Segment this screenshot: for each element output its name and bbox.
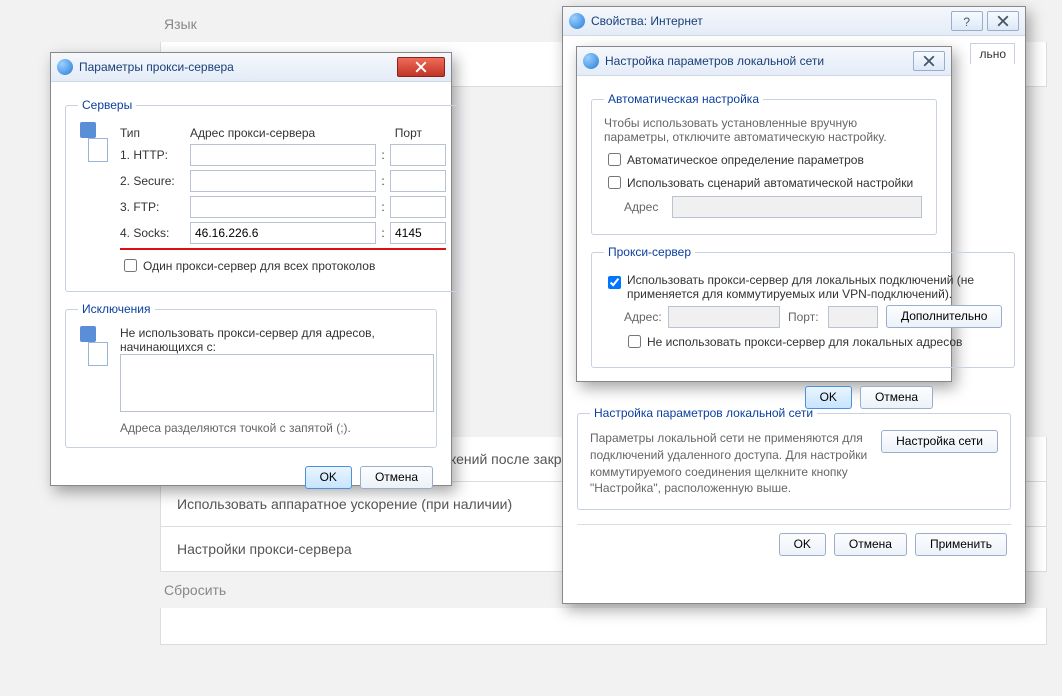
proxy-row: 4. Socks:: <box>120 222 446 244</box>
proxy-port-input[interactable] <box>390 222 446 244</box>
cancel-button[interactable]: Отмена <box>834 533 907 556</box>
servers-group: Серверы Тип Адрес прокси-сервера Порт 1.… <box>65 98 459 292</box>
globe-icon <box>57 59 73 75</box>
close-button[interactable] <box>987 11 1019 31</box>
col-port: Порт <box>372 126 422 140</box>
auto-detect-label: Автоматическое определение параметров <box>627 153 864 167</box>
dialog-title: Настройка параметров локальной сети <box>605 47 913 75</box>
proxy-port-input[interactable] <box>390 144 446 166</box>
proxy-row: 1. HTTP:: <box>120 144 446 166</box>
globe-icon <box>583 53 599 69</box>
col-type: Тип <box>120 126 190 140</box>
servers-legend: Серверы <box>78 98 136 112</box>
cancel-button[interactable]: Отмена <box>360 466 433 489</box>
globe-icon <box>569 13 585 29</box>
exceptions-input[interactable] <box>120 354 434 412</box>
script-addr-label: Адрес <box>624 200 672 214</box>
exceptions-label: Не использовать прокси-сервер для адресо… <box>120 326 424 354</box>
same-proxy-checkbox[interactable] <box>124 259 137 272</box>
exceptions-group: Исключения Не использовать прокси-сервер… <box>65 302 437 448</box>
colon: : <box>376 174 390 188</box>
svg-text:?: ? <box>963 15 970 27</box>
use-proxy-checkbox[interactable] <box>608 276 621 289</box>
auto-script-checkbox[interactable] <box>608 176 621 189</box>
proxy-addr-input <box>668 306 780 328</box>
proxy-row-label: 1. HTTP: <box>120 148 190 162</box>
proxy-server-group: Прокси-сервер Использовать прокси-сервер… <box>591 245 1015 368</box>
proxy-row-label: 3. FTP: <box>120 200 190 214</box>
exceptions-hint: Адреса разделяются точкой с запятой (;). <box>120 421 424 435</box>
colon: : <box>376 148 390 162</box>
ok-button[interactable]: OK <box>779 533 826 556</box>
server-icon <box>78 122 110 162</box>
lan-settings-text: Параметры локальной сети не применяются … <box>590 430 871 497</box>
highlight-underline <box>120 248 446 250</box>
proxy-port-input[interactable] <box>390 170 446 192</box>
ok-button[interactable]: OK <box>805 386 852 409</box>
script-addr-input <box>672 196 922 218</box>
proxy-port-input <box>828 306 878 328</box>
lan-settings-button[interactable]: Настройка сети <box>881 430 998 453</box>
close-button[interactable] <box>397 57 445 77</box>
proxy-addr-label: Адрес: <box>624 310 668 324</box>
col-addr: Адрес прокси-сервера <box>190 126 372 140</box>
proxy-addr-input[interactable] <box>190 144 376 166</box>
exceptions-legend: Исключения <box>78 302 155 316</box>
proxy-row: 3. FTP:: <box>120 196 446 218</box>
proxy-addr-input[interactable] <box>190 222 376 244</box>
colon: : <box>376 226 390 240</box>
auto-config-note: Чтобы использовать установленные вручную… <box>604 116 924 144</box>
dialog-proxy-settings: Параметры прокси-сервера Серверы Тип Адр… <box>50 52 452 486</box>
dialog-title: Свойства: Интернет <box>591 7 951 35</box>
auto-detect-checkbox[interactable] <box>608 153 621 166</box>
help-button[interactable]: ? <box>951 11 983 31</box>
proxy-port-input[interactable] <box>390 196 446 218</box>
ok-button[interactable]: OK <box>305 466 352 489</box>
auto-config-group: Автоматическая настройка Чтобы использов… <box>591 92 937 235</box>
auto-config-legend: Автоматическая настройка <box>604 92 763 106</box>
colon: : <box>376 200 390 214</box>
server-icon <box>78 326 110 366</box>
auto-script-label: Использовать сценарий автоматической нас… <box>627 176 913 190</box>
close-button[interactable] <box>913 51 945 71</box>
proxy-row: 2. Secure:: <box>120 170 446 192</box>
tab-fragment[interactable]: льно <box>970 43 1015 64</box>
cancel-button[interactable]: Отмена <box>860 386 933 409</box>
bypass-local-label: Не использовать прокси-сервер для локаль… <box>647 335 962 349</box>
proxy-addr-input[interactable] <box>190 196 376 218</box>
apply-button[interactable]: Применить <box>915 533 1007 556</box>
same-proxy-label: Один прокси-сервер для всех протоколов <box>143 259 375 273</box>
advanced-button[interactable]: Дополнительно <box>886 305 1002 328</box>
bypass-local-checkbox[interactable] <box>628 335 641 348</box>
proxy-port-label: Порт: <box>788 310 828 324</box>
proxy-server-legend: Прокси-сервер <box>604 245 695 259</box>
dialog-lan-settings: Настройка параметров локальной сети Авто… <box>576 46 952 382</box>
proxy-row-label: 2. Secure: <box>120 174 190 188</box>
proxy-row-label: 4. Socks: <box>120 226 190 240</box>
dialog-title: Параметры прокси-сервера <box>79 53 397 81</box>
proxy-addr-input[interactable] <box>190 170 376 192</box>
bg-reset-row[interactable] <box>160 608 1047 645</box>
use-proxy-label: Использовать прокси-сервер для локальных… <box>627 273 1002 301</box>
